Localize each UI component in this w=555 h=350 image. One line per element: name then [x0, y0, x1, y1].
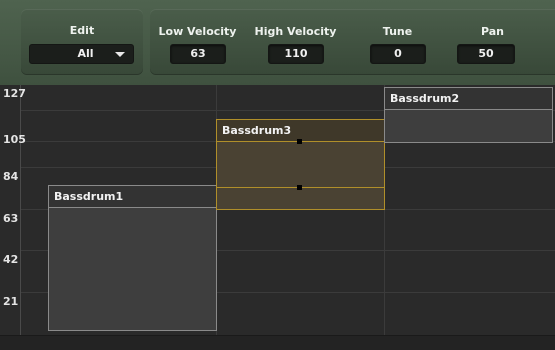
pan-field[interactable]: 50 — [457, 44, 515, 64]
tune-label: Tune — [382, 25, 413, 38]
chevron-down-icon — [115, 52, 125, 57]
zone-region-label: Bassdrum2 — [385, 88, 552, 110]
zone-region-label: Bassdrum1 — [49, 186, 216, 208]
velocity-axis-label: 127 — [3, 87, 26, 100]
high-velocity-label: High Velocity — [254, 25, 337, 38]
edit-label: Edit — [69, 24, 95, 37]
velocity-axis-label: 105 — [3, 133, 26, 146]
edit-dropdown[interactable]: All — [29, 44, 134, 64]
velocity-axis-label: 63 — [3, 212, 19, 225]
resize-handle[interactable] — [297, 185, 302, 190]
high-velocity-field[interactable]: 110 — [268, 44, 324, 64]
edit-group: Edit All — [21, 9, 143, 75]
parameters-group: Low Velocity 63 High Velocity 110 Tune 0… — [150, 9, 555, 75]
low-velocity-field[interactable]: 63 — [170, 44, 226, 64]
zone-region[interactable]: Bassdrum1 — [48, 185, 217, 331]
edit-dropdown-value: All — [77, 47, 94, 60]
velocity-axis-label: 84 — [3, 170, 19, 183]
velocity-zone-grid[interactable]: 127 105 84 63 42 21 Bassdrum1 Bassdrum3 … — [0, 85, 555, 350]
velocity-axis — [20, 85, 21, 335]
pan-label: Pan — [480, 25, 505, 38]
velocity-axis-label: 21 — [3, 295, 19, 308]
zone-parameter-header: Edit All Low Velocity 63 High Velocity 1… — [0, 0, 555, 85]
bottom-strip — [0, 335, 555, 350]
zone-region[interactable]: Bassdrum2 — [384, 87, 553, 143]
resize-handle[interactable] — [297, 139, 302, 144]
zone-region-selected[interactable]: Bassdrum3 — [216, 119, 385, 210]
tune-field[interactable]: 0 — [370, 44, 426, 64]
low-velocity-label: Low Velocity — [158, 25, 237, 38]
velocity-axis-label: 42 — [3, 253, 19, 266]
